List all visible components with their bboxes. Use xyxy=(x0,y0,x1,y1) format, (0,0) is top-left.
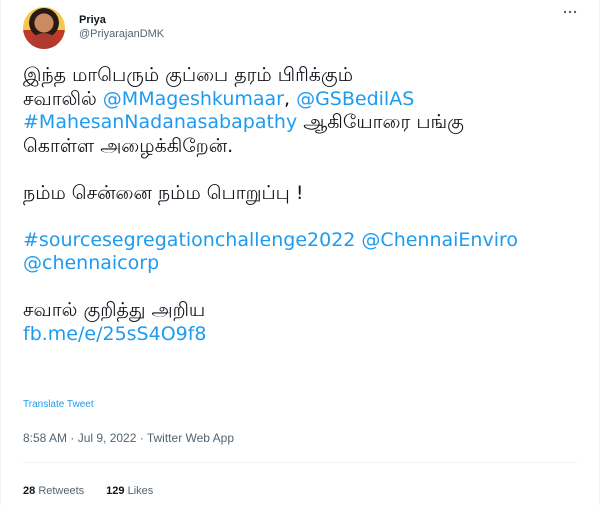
retweets-label: Retweets xyxy=(38,485,85,497)
hashtag-mahesannadanasabapathy[interactable]: #MahesanNadanasabapathy xyxy=(23,111,297,133)
tweet-card: Priya @PriyarajanDMK இந்த மாபெரும் குப்ப… xyxy=(0,0,600,505)
more-horizontal-icon[interactable] xyxy=(563,6,577,16)
tweet-line-mention: @chennaicorp xyxy=(23,252,583,276)
more-dots-svg xyxy=(563,10,577,14)
avatar[interactable] xyxy=(23,7,65,49)
divider xyxy=(23,462,577,463)
tweet-line-5: நம்ம சென்னை நம்ம பொறுப்பு ! xyxy=(23,181,304,204)
translate-tweet-link[interactable]: Translate Tweet xyxy=(23,399,94,410)
tweet-text: இந்த மாபெரும் குப்பை தரம் பிரிக்கும் சவா… xyxy=(23,64,583,346)
tweet-line-2: சவாலில் @MMageshkumaar, @GSBedilAS xyxy=(23,88,583,112)
tweet-line-4: கொள்ள அழைக்கிறேன். xyxy=(23,134,234,157)
tweet-line-2-text: சவாலில் xyxy=(23,87,103,110)
mention-mmageshkumaar[interactable]: @MMageshkumaar xyxy=(103,88,284,110)
tweet-timestamp-source[interactable]: 8:58 AM · Jul 9, 2022 · Twitter Web App xyxy=(23,431,234,445)
tweet-link-line: fb.me/e/25sS4O9f8 xyxy=(23,323,583,347)
mention-chennaicorp[interactable]: @chennaicorp xyxy=(23,252,159,274)
tweet-header: Priya @PriyarajanDMK xyxy=(23,6,164,50)
tweet-line-6: சவால் குறித்து அறிய xyxy=(23,299,206,321)
author-display-name[interactable]: Priya xyxy=(79,14,164,28)
tweet-line-hashtags: #sourcesegregationchallenge2022 @Chennai… xyxy=(23,229,583,253)
tweet-link[interactable]: fb.me/e/25sS4O9f8 xyxy=(23,323,207,345)
likes-label: Likes xyxy=(127,485,154,497)
tweet-line-3: #MahesanNadanasabapathy ஆகியோரை பங்கு xyxy=(23,111,583,135)
likes-count: 129 xyxy=(106,485,125,497)
mention-gsbedilas[interactable]: @GSBedilAS xyxy=(296,88,414,110)
author-names: Priya @PriyarajanDMK xyxy=(79,14,164,42)
author-handle[interactable]: @PriyarajanDMK xyxy=(79,28,164,42)
tweet-line-3-text: ஆகியோரை பங்கு xyxy=(297,111,464,133)
retweets-stat[interactable]: 28 Retweets xyxy=(23,485,84,497)
mention-chennaienviro[interactable]: @ChennaiEnviro xyxy=(361,229,518,251)
likes-stat[interactable]: 129 Likes xyxy=(106,485,153,497)
tweet-line-1: இந்த மாபெரும் குப்பை தரம் பிரிக்கும் xyxy=(23,64,353,86)
hashtag-sourcesegregationchallenge2022[interactable]: #sourcesegregationchallenge2022 xyxy=(23,229,355,251)
mention-separator: , xyxy=(283,87,297,110)
tweet-stats: 28 Retweets 129 Likes xyxy=(23,485,153,497)
retweets-count: 28 xyxy=(23,485,36,497)
